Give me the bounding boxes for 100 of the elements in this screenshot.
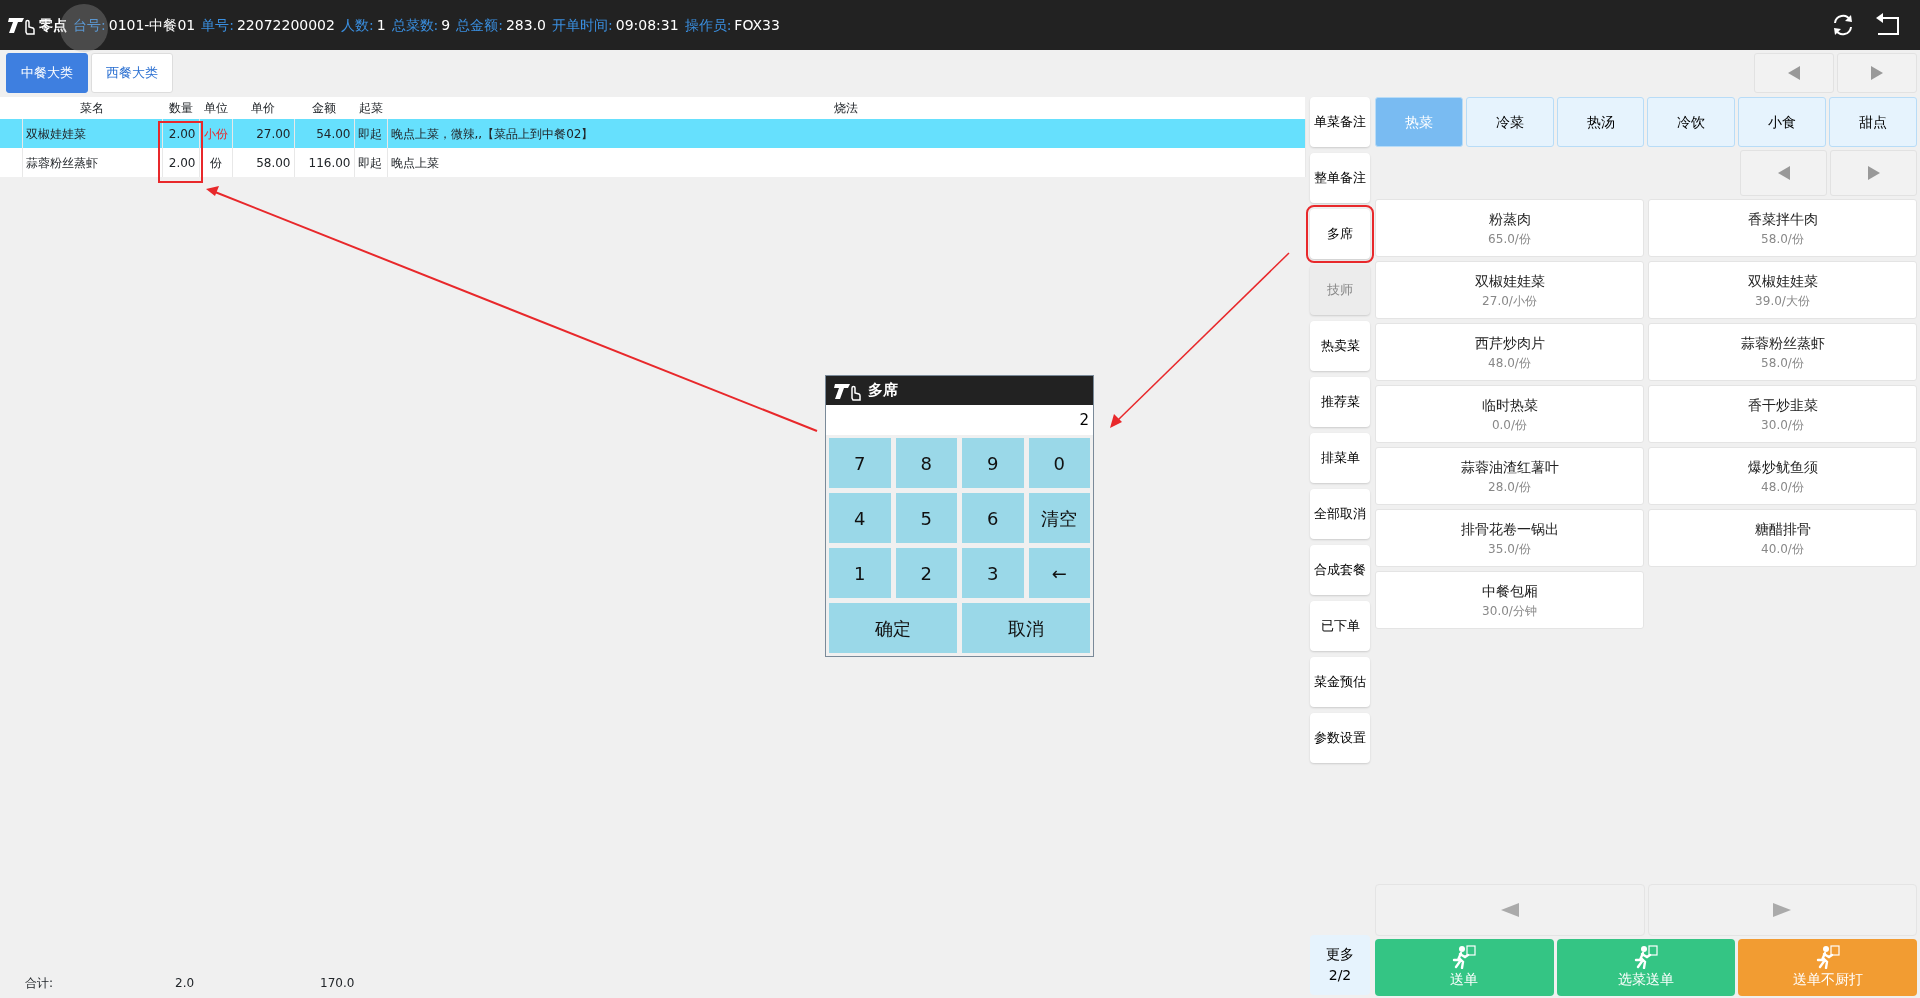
info-value: 9 — [441, 15, 451, 35]
app-name: 零点 — [39, 15, 67, 35]
dish-button[interactable]: 双椒娃娃菜 39.0/大份 — [1648, 261, 1917, 319]
previous-button[interactable] — [1740, 150, 1827, 196]
dialog-button[interactable]: 确定 — [829, 603, 957, 653]
next-button[interactable] — [1837, 53, 1917, 93]
keypad-key[interactable]: 0 — [1028, 438, 1090, 488]
table-cell: 晚点上菜，微辣,,【菜品上到中餐02】 — [387, 119, 1305, 148]
next-button[interactable] — [1830, 150, 1917, 196]
function-button[interactable]: 全部取消 — [1310, 489, 1370, 539]
category-tab[interactable]: 中餐大类 — [6, 53, 88, 93]
info-value: FOX33 — [734, 15, 780, 35]
info-label: 总金额: — [456, 15, 503, 35]
keypad-key[interactable]: 3 — [962, 548, 1024, 598]
table-row[interactable]: 双椒娃娃菜 2.00 小份 27.00 54.00 即起 晚点上菜，微辣,,【菜品上到中餐02】 — [0, 119, 1305, 148]
info-value: 1 — [376, 15, 386, 35]
runner-icon — [1634, 945, 1658, 969]
table-row[interactable]: 蒜蓉粉丝蒸虾 2.00 份 58.00 116.00 即起 晚点上菜 — [0, 148, 1305, 177]
function-button[interactable]: 推荐菜 — [1310, 377, 1370, 427]
right-triangle-icon — [1773, 903, 1792, 917]
dish-button[interactable]: 双椒娃娃菜 27.0/小份 — [1375, 261, 1644, 319]
table-cell: 蒜蓉粉丝蒸虾 — [22, 148, 162, 177]
function-button[interactable]: 已下单 — [1310, 601, 1370, 651]
back-button[interactable] — [1874, 12, 1902, 38]
table-cell: 54.00 — [294, 119, 354, 148]
dish-button[interactable]: 西芹炒肉片 48.0/份 — [1375, 323, 1644, 381]
info-label: 单号: — [201, 15, 234, 35]
info-label: 人数: — [340, 15, 374, 35]
dish-button[interactable]: 粉蒸肉 65.0/份 — [1375, 199, 1644, 257]
table-cell: 即起 — [354, 148, 387, 177]
category-tab[interactable]: 冷饮 — [1647, 97, 1736, 147]
runner-icon — [1452, 945, 1477, 969]
column-header: 单位 — [203, 101, 228, 115]
category-tab[interactable]: 小食 — [1738, 97, 1827, 147]
table-cell: 27.00 — [232, 119, 294, 148]
dish-button[interactable]: 排骨花卷一锅出 35.0/份 — [1375, 509, 1644, 567]
column-header: 起菜 — [358, 101, 383, 115]
info-value: 283.0 — [505, 15, 546, 35]
number-input-field[interactable]: 2 — [826, 405, 1093, 435]
keypad-key[interactable]: 1 — [829, 548, 891, 598]
info-label: 总菜数: — [391, 15, 439, 35]
info-value: 09:08:31 — [615, 15, 679, 35]
function-button[interactable]: 热卖菜 — [1310, 321, 1370, 371]
dish-button[interactable]: 蒜蓉粉丝蒸虾 58.0/份 — [1648, 323, 1917, 381]
function-button[interactable]: 菜金预估 — [1310, 657, 1370, 707]
keypad-key[interactable]: 9 — [962, 438, 1024, 488]
info-value: 22072200002 — [236, 15, 335, 35]
keypad-key[interactable]: 4 — [829, 493, 891, 543]
column-header: 单价 — [251, 101, 275, 115]
column-header: 数量 — [168, 101, 193, 115]
dish-button[interactable]: 中餐包厢 30.0/分钟 — [1375, 571, 1644, 629]
column-header: 菜名 — [80, 101, 104, 115]
function-button[interactable]: 合成套餐 — [1310, 545, 1370, 595]
dialog-title: 多席 — [868, 380, 898, 402]
info-label: 开单时间: — [552, 15, 613, 35]
left-triangle-icon — [1788, 66, 1800, 80]
table-cell: 116.00 — [294, 148, 354, 177]
keypad-key[interactable]: 5 — [895, 493, 957, 543]
info-value: 0101-中餐01 — [108, 15, 196, 35]
runner-icon — [1815, 945, 1840, 969]
table-cell: 双椒娃娃菜 — [22, 119, 162, 148]
category-tab[interactable]: 甜点 — [1829, 97, 1917, 147]
previous-button[interactable] — [1754, 53, 1834, 93]
function-button[interactable]: 排菜单 — [1310, 433, 1370, 483]
info-label: 台号: — [73, 15, 106, 35]
keypad-key[interactable]: 清空 — [1028, 493, 1090, 543]
dish-button[interactable]: 蒜蓉油渣红薯叶 28.0/份 — [1375, 447, 1644, 505]
function-button[interactable]: 单菜备注 — [1310, 97, 1370, 147]
more-button[interactable]: 更多 2/2 — [1310, 935, 1370, 995]
right-triangle-icon — [1871, 66, 1883, 80]
table-cell: 即起 — [354, 119, 387, 148]
back-icon — [1874, 12, 1902, 38]
dish-button[interactable]: 糖醋排骨 40.0/份 — [1648, 509, 1917, 567]
keypad-key[interactable]: 2 — [895, 548, 957, 598]
right-triangle-icon — [1867, 166, 1880, 180]
column-header: 烧法 — [834, 101, 858, 115]
dish-button[interactable]: 香菜拌牛肉 58.0/份 — [1648, 199, 1917, 257]
category-tab[interactable]: 冷菜 — [1465, 97, 1554, 147]
total-amount: 170.0 — [320, 975, 355, 992]
info-label: 操作员: — [684, 15, 732, 35]
dish-button[interactable]: 爆炒鱿鱼须 48.0/份 — [1648, 447, 1917, 505]
dish-button[interactable]: 临时热菜 0.0/份 — [1375, 385, 1644, 443]
total-label: 合计: — [25, 975, 55, 992]
function-button[interactable]: 整单备注 — [1310, 153, 1370, 203]
function-button[interactable]: 参数设置 — [1310, 713, 1370, 763]
keypad-key[interactable]: 7 — [829, 438, 891, 488]
left-triangle-icon — [1500, 903, 1519, 917]
table-cell: 晚点上菜 — [387, 148, 1305, 177]
keypad-key[interactable]: ← — [1028, 548, 1090, 598]
table-cell: 58.00 — [232, 148, 294, 177]
dialog-button[interactable]: 取消 — [962, 603, 1090, 653]
table-cell: 2.00 — [162, 148, 199, 177]
keypad-key[interactable]: 8 — [895, 438, 957, 488]
category-tab[interactable]: 西餐大类 — [91, 53, 173, 93]
column-header: 金额 — [312, 101, 336, 115]
keypad-key[interactable]: 6 — [962, 493, 1024, 543]
left-triangle-icon — [1777, 166, 1790, 180]
dish-button[interactable]: 香干炒韭菜 30.0/份 — [1648, 385, 1917, 443]
category-tab[interactable]: 热汤 — [1556, 97, 1645, 147]
total-quantity: 2.0 — [175, 975, 196, 992]
